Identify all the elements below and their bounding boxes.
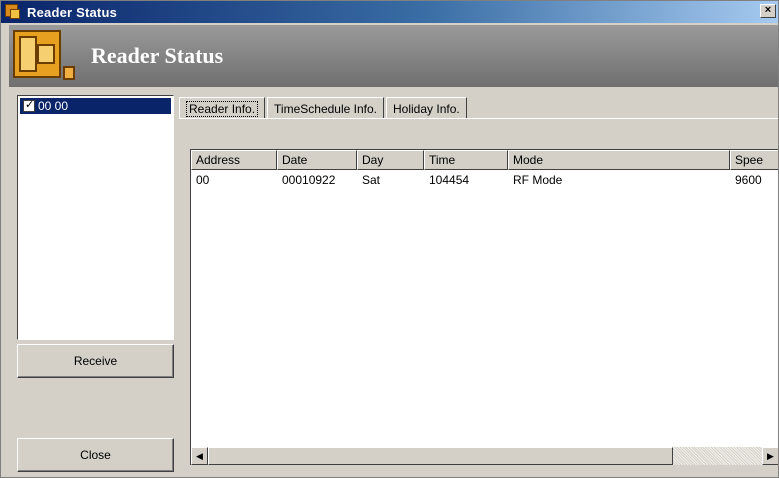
horizontal-scrollbar[interactable]: ◀ ▶: [191, 447, 778, 465]
arrow-left-icon: ◀: [196, 450, 203, 461]
title-bar[interactable]: Reader Status ×: [1, 1, 778, 23]
tab-holiday-info[interactable]: Holiday Info.: [386, 97, 467, 119]
column-header-date[interactable]: Date: [277, 150, 357, 170]
receive-button-label: Receive: [73, 354, 118, 368]
reader-status-window: Reader Status × Reader Status ✓ 00 00 Re…: [0, 0, 779, 478]
table-row[interactable]: 00 00010922 Sat 104454 RF Mode 9600: [191, 172, 778, 188]
reader-app-icon: [5, 4, 21, 20]
arrow-right-icon: ▶: [767, 450, 774, 461]
column-header-day[interactable]: Day: [357, 150, 424, 170]
cell-time: 104454: [429, 173, 470, 187]
scroll-right-button[interactable]: ▶: [762, 447, 778, 465]
tab-strip: Reader Info. TimeSchedule Info. Holiday …: [179, 97, 469, 119]
cell-mode: RF Mode: [513, 173, 563, 187]
cell-address: 00: [196, 173, 210, 187]
banner-title: Reader Status: [91, 43, 224, 68]
receive-button[interactable]: Receive: [17, 344, 174, 378]
reader-item-label: 00 00: [38, 99, 69, 113]
window-title: Reader Status: [27, 4, 118, 20]
tab-label: Holiday Info.: [393, 101, 460, 116]
close-button-label: Close: [80, 448, 111, 462]
cell-speed: 9600: [735, 173, 762, 187]
table-header: Address Date Day Time Mode Spee: [191, 150, 778, 170]
reader-status-icon: [13, 30, 75, 82]
column-header-address[interactable]: Address: [191, 150, 277, 170]
cell-date: 00010922: [282, 173, 336, 187]
cell-day: Sat: [362, 173, 381, 187]
tab-label: Reader Info.: [186, 100, 259, 117]
close-button[interactable]: Close: [17, 438, 174, 472]
scroll-left-button[interactable]: ◀: [191, 447, 208, 465]
column-header-speed[interactable]: Spee: [730, 150, 778, 170]
tab-reader-info[interactable]: Reader Info.: [179, 97, 266, 119]
tab-divider: [179, 118, 778, 119]
check-icon: ✓: [25, 99, 35, 111]
header-banner: Reader Status: [9, 25, 778, 87]
scrollbar-thumb[interactable]: [208, 447, 673, 465]
reader-checkbox[interactable]: ✓: [23, 99, 35, 112]
close-window-button[interactable]: ×: [760, 4, 776, 18]
column-header-mode[interactable]: Mode: [508, 150, 730, 170]
reader-list[interactable]: ✓ 00 00: [17, 95, 174, 340]
reader-list-item[interactable]: ✓ 00 00: [20, 98, 171, 114]
tab-label: TimeSchedule Info.: [274, 101, 377, 116]
tab-timeschedule-info[interactable]: TimeSchedule Info.: [267, 97, 384, 119]
close-icon: ×: [764, 4, 772, 16]
reader-info-table[interactable]: Address Date Day Time Mode Spee 00 00010…: [190, 149, 778, 465]
column-header-time[interactable]: Time: [424, 150, 508, 170]
